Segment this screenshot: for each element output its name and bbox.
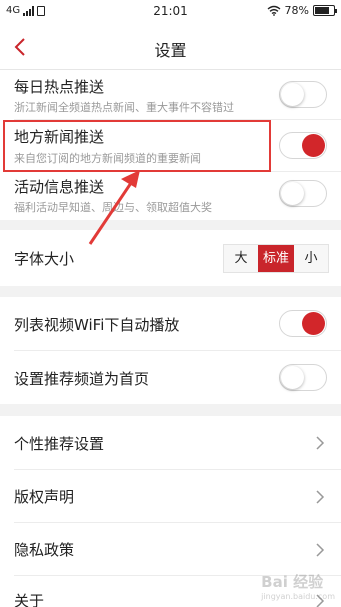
font-option-standard[interactable]: 标准 xyxy=(258,245,294,272)
push-sub: 浙江新闻全频道热点新闻、重大事件不容错过 xyxy=(14,101,234,114)
font-option-large[interactable]: 大 xyxy=(224,245,258,272)
autoplay-toggle[interactable] xyxy=(279,310,327,337)
push-row-activity: 活动信息推送 福利活动早知道、周边与、领取超值大奖 xyxy=(0,172,341,220)
battery-percent: 78% xyxy=(284,4,309,17)
recommend-settings-row[interactable]: 个性推荐设置 xyxy=(0,416,341,470)
homepage-row: 设置推荐频道为首页 xyxy=(0,351,341,404)
font-size-row: 字体大小 大 标准 小 xyxy=(0,230,341,286)
page-title: 设置 xyxy=(154,41,187,60)
activity-toggle[interactable] xyxy=(279,180,327,207)
hotspot-toggle[interactable] xyxy=(279,81,327,108)
chevron-right-icon xyxy=(316,543,325,557)
font-size-selector: 大 标准 小 xyxy=(223,244,329,273)
push-label: 活动信息推送 xyxy=(14,178,105,196)
autoplay-row: 列表视频WiFi下自动播放 xyxy=(0,297,341,351)
link-label: 隐私政策 xyxy=(14,541,75,559)
status-right: 78% xyxy=(267,4,337,17)
link-label: 关于 xyxy=(14,592,45,607)
homepage-toggle[interactable] xyxy=(279,364,327,391)
watermark-logo: Bai 经验 jingyan.baidu.com xyxy=(261,571,335,601)
link-label: 版权声明 xyxy=(14,488,75,506)
local-news-toggle[interactable] xyxy=(279,132,327,159)
watermark-sub: jingyan.baidu.com xyxy=(261,592,335,601)
homepage-label: 设置推荐频道为首页 xyxy=(14,370,150,388)
chevron-right-icon xyxy=(316,436,325,450)
autoplay-label: 列表视频WiFi下自动播放 xyxy=(14,316,180,334)
battery-fill xyxy=(315,7,330,14)
copyright-row[interactable]: 版权声明 xyxy=(0,470,341,523)
font-option-small[interactable]: 小 xyxy=(294,245,328,272)
push-row-hotspot: 每日热点推送 浙江新闻全频道热点新闻、重大事件不容错过 xyxy=(0,70,341,120)
watermark-text: Bai 经验 xyxy=(261,573,324,591)
wifi-icon xyxy=(267,5,280,16)
battery-icon xyxy=(313,5,337,16)
push-label: 每日热点推送 xyxy=(14,78,105,96)
nav-bar: 设置 xyxy=(0,24,341,70)
link-label: 个性推荐设置 xyxy=(14,435,105,453)
font-size-label: 字体大小 xyxy=(14,250,75,268)
highlight-box xyxy=(3,120,271,172)
status-bar: 4G 21:01 78% xyxy=(0,0,341,24)
chevron-right-icon xyxy=(316,490,325,504)
push-sub: 福利活动早知道、周边与、领取超值大奖 xyxy=(14,201,212,214)
privacy-row[interactable]: 隐私政策 xyxy=(0,523,341,576)
